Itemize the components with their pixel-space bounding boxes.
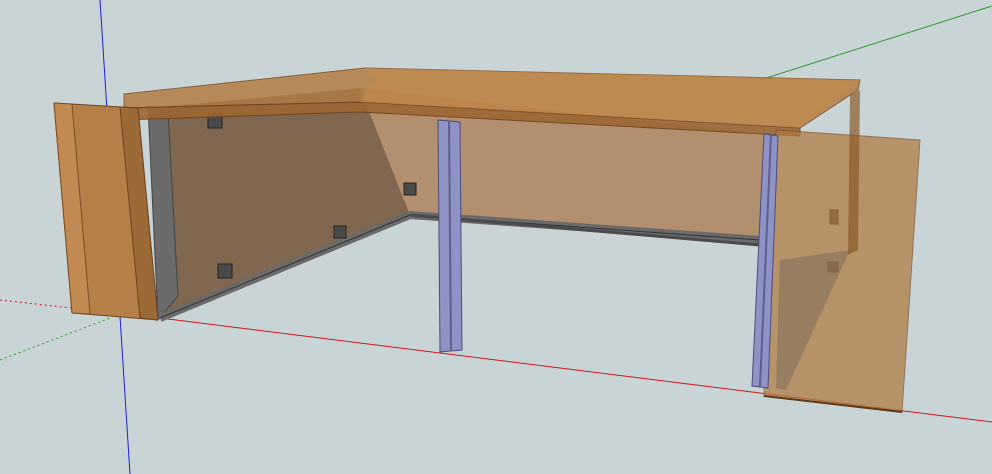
bracket — [333, 225, 347, 239]
bracket — [217, 263, 233, 279]
green-axis-dashed — [0, 317, 111, 361]
green-axis-solid — [759, 5, 992, 81]
sketchup-3d-viewport[interactable] — [0, 0, 992, 474]
support-beam-middle[interactable] — [437, 119, 463, 353]
left-side-panel[interactable] — [53, 102, 159, 321]
bracket — [403, 182, 417, 196]
right-side-panel[interactable] — [763, 90, 921, 413]
model-canvas[interactable] — [0, 0, 992, 474]
